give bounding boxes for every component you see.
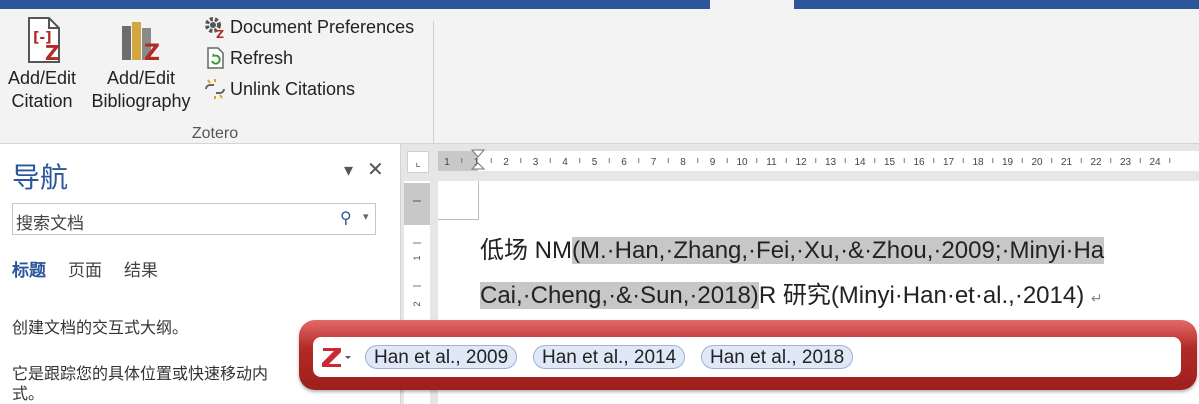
document-preferences-button[interactable]: Z Document Preferences — [203, 14, 414, 40]
ruler-label: 19 — [1002, 157, 1014, 168]
tab-headings[interactable]: 标题 — [12, 256, 46, 281]
search-placeholder: 搜索文档 — [16, 214, 84, 234]
citation-chip-3[interactable]: Han et al., 2018 — [701, 345, 854, 369]
group-separator — [433, 21, 434, 148]
vertical-ruler-label: 1 — [412, 255, 422, 260]
ruler-label: 16 — [913, 157, 925, 168]
title-bar — [0, 0, 1199, 9]
ruler-marks: 1 1 2 3 4 5 6 7 8 9 10 11 12 13 14 15 16 17 18 19 20 21 22 23 24 — [444, 157, 1171, 168]
indent-marker-icon[interactable] — [471, 149, 485, 173]
ruler-label: 12 — [795, 157, 807, 168]
document-preferences-label: Document Preferences — [230, 16, 415, 37]
search-options-chevron-icon[interactable]: ▾ — [363, 210, 369, 223]
zotero-quick-format-bar: Han et al., 2009 Han et al., 2014 Han et… — [299, 320, 1197, 390]
close-icon[interactable]: ✕ — [367, 157, 384, 182]
nav-help-text-3: 式。 — [12, 384, 45, 403]
ruler-label: 9 — [710, 157, 716, 168]
ruler-label: 6 — [621, 157, 627, 168]
nav-title: 导航 — [12, 161, 69, 194]
document-line-1: 低场 NM(M.·Han,·Zhang,·Fei,·Xu,·&·Zhou,·20… — [480, 230, 1105, 265]
gear-icon: Z — [205, 17, 224, 39]
ruler-label: 5 — [592, 157, 598, 168]
nav-help-text-1: 创建文档的交互式大纲。 — [12, 318, 189, 337]
unlink-citations-label: Unlink Citations — [230, 78, 356, 99]
ruler-label: 10 — [736, 157, 748, 168]
unlink-icon — [205, 79, 225, 99]
horizontal-ruler[interactable]: 1 1 2 3 4 5 6 7 8 9 10 11 12 13 14 15 16 17 18 19 20 21 22 23 24 — [438, 149, 1199, 173]
ruler-label: 8 — [680, 157, 686, 168]
bibliography-icon: Z — [122, 22, 160, 64]
refresh-button[interactable]: Refresh — [203, 45, 293, 71]
citation-chip-1[interactable]: Han et al., 2009 — [365, 345, 518, 369]
svg-text:Z: Z — [216, 28, 224, 39]
bibliography-label-line1: Add/Edit — [106, 68, 176, 88]
ruler-label: 13 — [825, 157, 837, 168]
unlink-citations-button[interactable]: Unlink Citations — [203, 76, 355, 102]
citation-label-line1: Add/Edit — [7, 68, 77, 88]
citation-field-1-cont[interactable]: Cai,·Cheng,·&·Sun,·2018) — [480, 282, 759, 309]
refresh-icon — [207, 47, 224, 69]
add-edit-bibliography-button[interactable]: Z Add/Edit Bibliography — [85, 16, 197, 113]
line2-mid: R 研究 — [758, 282, 831, 309]
search-icon[interactable]: ⚲ — [340, 208, 352, 228]
add-edit-citation-button[interactable]: [-] Z Add/Edit Citation — [2, 16, 82, 113]
ribbon-group-label: Zotero — [191, 125, 239, 142]
ruler-label: 23 — [1120, 157, 1132, 168]
tab-pages[interactable]: 页面 — [68, 256, 102, 281]
ruler-label: 24 — [1149, 157, 1161, 168]
ruler-label: 7 — [651, 157, 657, 168]
ruler-label: 11 — [766, 157, 777, 168]
ruler-label: 3 — [533, 157, 539, 168]
svg-text:Z: Z — [144, 41, 160, 64]
zotero-citation-input[interactable]: Han et al., 2009 Han et al., 2014 Han et… — [313, 337, 1181, 377]
tab-selector[interactable]: ⌞ — [407, 151, 429, 173]
line1-prefix: 低场 NM — [480, 237, 572, 264]
paragraph-mark: ↵ — [1090, 290, 1103, 306]
zotero-logo-icon[interactable] — [321, 345, 353, 369]
ruler-label: 20 — [1031, 157, 1043, 168]
ruler-label: 15 — [884, 157, 896, 168]
ruler-label: 21 — [1061, 157, 1073, 168]
ruler-label: 4 — [562, 157, 568, 168]
active-tab-gap — [710, 0, 794, 9]
document-line-2: Cai,·Cheng,·&·Sun,·2018)R 研究(Minyi·Han·e… — [480, 275, 1103, 310]
tab-results[interactable]: 结果 — [124, 256, 158, 281]
ruler-label: 2 — [503, 157, 509, 168]
citation-field-1[interactable]: (M.·Han,·Zhang,·Fei,·Xu,·&·Zhou,·2009;·M… — [572, 237, 1105, 264]
ruler-label: 22 — [1090, 157, 1102, 168]
citation-icon: [-] Z — [28, 17, 60, 64]
citation-chip-2[interactable]: Han et al., 2014 — [533, 345, 686, 369]
nav-help-text-2: 它是跟踪您的具体位置或快速移动内 — [12, 364, 269, 383]
nav-tabs: 标题 页面 结果 — [12, 256, 158, 281]
ruler-label: 1 — [444, 157, 450, 168]
ruler-label: 18 — [972, 157, 984, 168]
citation-label-line2: Citation — [11, 91, 73, 111]
chevron-down-icon[interactable]: ▾ — [344, 160, 353, 181]
search-input[interactable]: 搜索文档 ⚲ ▾ — [12, 203, 376, 235]
margin-corner — [438, 181, 479, 220]
bibliography-label-line2: Bibliography — [91, 91, 191, 111]
vertical-ruler-label: 2 — [412, 301, 422, 306]
citation-field-2[interactable]: (Minyi·Han·et·al.,·2014) — [831, 282, 1084, 309]
refresh-label: Refresh — [230, 47, 294, 68]
ruler-label: 17 — [943, 157, 955, 168]
svg-text:Z: Z — [45, 41, 60, 64]
ruler-label: 14 — [854, 157, 866, 168]
ribbon: [-] Z Add/Edit Citation Z Add/Edit Bibli… — [0, 9, 1199, 148]
